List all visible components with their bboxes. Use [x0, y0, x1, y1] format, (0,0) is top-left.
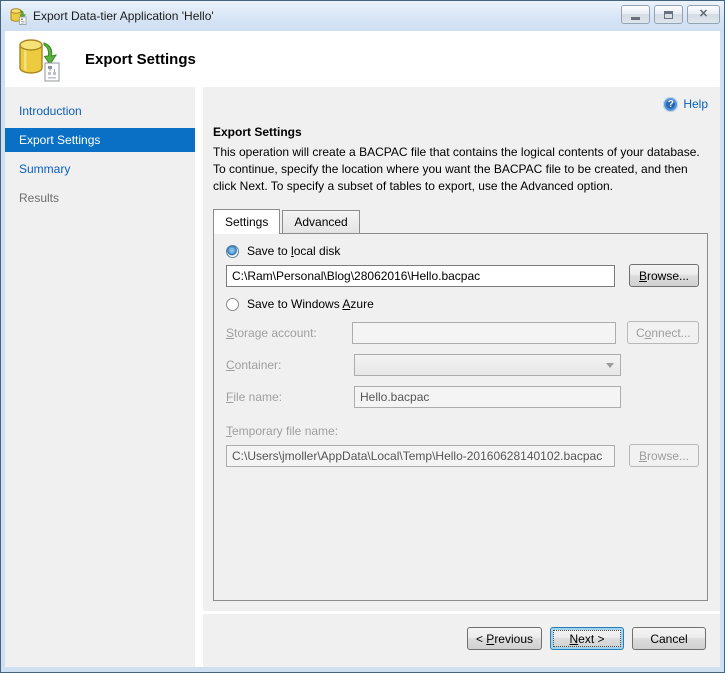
help-link[interactable]: Help [683, 97, 708, 111]
save-azure-radio[interactable] [226, 298, 239, 311]
page-title: Export Settings [85, 51, 196, 68]
sidebar-item-introduction[interactable]: Introduction [5, 99, 195, 123]
local-path-row: Browse... [226, 264, 699, 287]
wizard-steps-sidebar: Introduction Export Settings Summary Res… [5, 87, 195, 667]
local-path-input[interactable] [226, 265, 615, 287]
wizard-footer: < Previous Next > Cancel [213, 627, 708, 650]
chevron-down-icon [606, 363, 614, 368]
save-local-row: Save to local disk [226, 244, 699, 258]
tab-settings[interactable]: Settings [213, 209, 280, 234]
wizard-content-area: Introduction Export Settings Summary Res… [5, 87, 720, 667]
browse-button[interactable]: Browse... [629, 264, 699, 287]
storage-account-row: Storage account: Connect... [226, 321, 699, 344]
temp-browse-button: Browse... [629, 444, 699, 467]
titlebar: Export Data-tier Application 'Hello' ✕ [1, 1, 724, 31]
maximize-button[interactable] [654, 5, 683, 24]
maximize-icon [664, 11, 673, 19]
container-select [354, 354, 621, 376]
storage-account-input [352, 322, 616, 344]
close-button[interactable]: ✕ [687, 5, 720, 24]
sidebar-item-summary[interactable]: Summary [5, 157, 195, 181]
temp-file-row: Browse... [226, 444, 699, 467]
save-azure-label[interactable]: Save to Windows Azure [247, 297, 374, 311]
settings-tab-strip: Settings Advanced [213, 209, 708, 233]
sidebar-item-results: Results [5, 186, 195, 210]
container-row: Container: [226, 354, 699, 376]
container-label: Container: [226, 358, 354, 372]
next-button[interactable]: Next > [550, 627, 624, 650]
file-name-input [354, 386, 621, 408]
save-local-radio[interactable] [226, 245, 239, 258]
app-database-export-icon [9, 7, 27, 25]
temp-file-input [226, 445, 615, 467]
save-azure-row: Save to Windows Azure [226, 297, 699, 311]
minimize-button[interactable] [621, 5, 650, 24]
help-row: ? Help [213, 95, 708, 113]
window-title: Export Data-tier Application 'Hello' [33, 9, 621, 23]
temp-file-label: Temporary file name: [226, 424, 699, 438]
cancel-button[interactable]: Cancel [632, 627, 706, 650]
window-controls: ✕ [621, 5, 720, 24]
settings-tab-page: Save to local disk Browse... Save to Win… [213, 233, 708, 601]
footer-separator [203, 611, 720, 614]
sidebar-item-export-settings[interactable]: Export Settings [5, 128, 195, 152]
tab-advanced[interactable]: Advanced [282, 210, 359, 233]
wizard-header: Export Settings [5, 31, 720, 87]
section-description: This operation will create a BACPAC file… [213, 144, 708, 195]
minimize-icon [631, 17, 640, 20]
file-name-label: File name: [226, 390, 354, 404]
save-local-label[interactable]: Save to local disk [247, 244, 340, 258]
export-settings-panel: ? Help Export Settings This operation wi… [203, 87, 720, 667]
file-name-row: File name: [226, 386, 699, 408]
storage-account-label: Storage account: [226, 326, 352, 340]
help-icon: ? [663, 97, 678, 112]
section-heading: Export Settings [213, 125, 708, 139]
close-icon: ✕ [699, 9, 708, 20]
connect-button: Connect... [627, 321, 699, 344]
export-data-tier-dialog: Export Data-tier Application 'Hello' ✕ [0, 0, 725, 673]
header-database-export-icon [15, 35, 63, 83]
previous-button[interactable]: < Previous [467, 627, 542, 650]
window-body: Export Settings Introduction Export Sett… [5, 31, 720, 667]
